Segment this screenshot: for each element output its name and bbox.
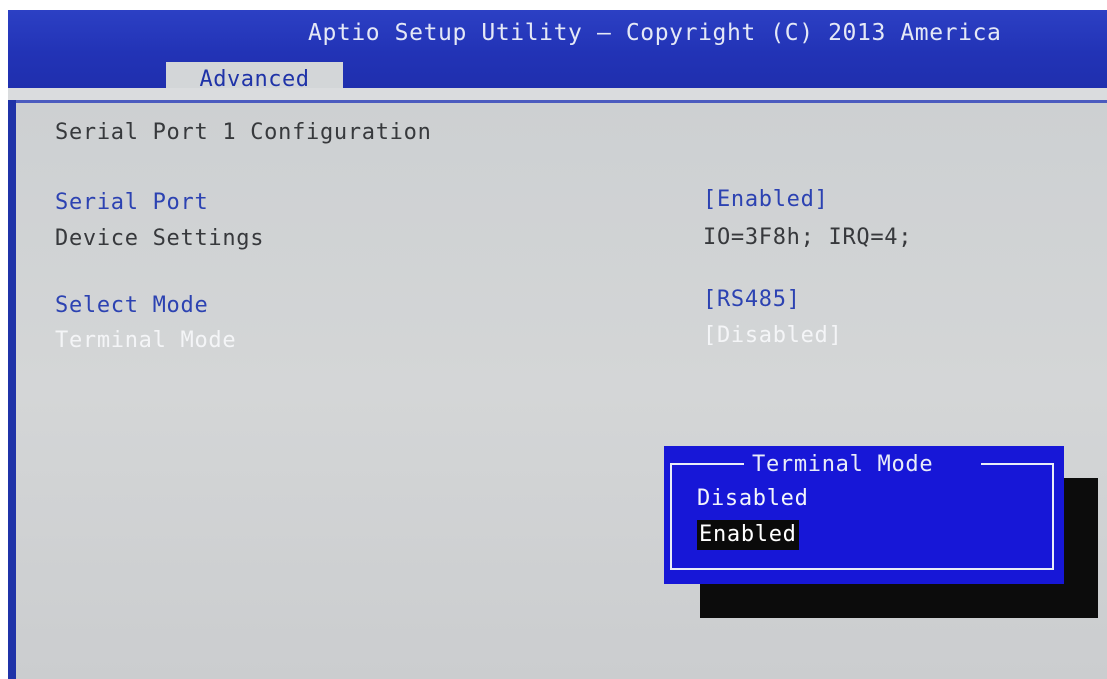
setting-label-serial-port[interactable]: Serial Port [55, 190, 208, 215]
popup-option-enabled[interactable]: Enabled [697, 520, 799, 550]
setting-value-serial-port[interactable]: [Enabled] [703, 187, 829, 212]
app-title: Aptio Setup Utility – Copyright (C) 2013… [308, 20, 1002, 46]
setting-value-device-settings: IO=3F8h; IRQ=4; [703, 225, 913, 250]
popup-frame [670, 463, 1054, 570]
setting-value-terminal-mode[interactable]: [Disabled] [703, 323, 842, 348]
setting-value-select-mode[interactable]: [RS485] [703, 287, 801, 312]
terminal-mode-popup: Terminal Mode Disabled Enabled [664, 446, 1064, 584]
popup-option-disabled[interactable]: Disabled [697, 484, 809, 514]
section-title: Serial Port 1 Configuration [55, 120, 432, 145]
panel-left-border [8, 100, 16, 679]
setting-label-select-mode[interactable]: Select Mode [55, 293, 208, 318]
panel-top-border [16, 100, 1107, 103]
title-bar: Aptio Setup Utility – Copyright (C) 2013… [8, 10, 1107, 98]
setting-label-terminal-mode[interactable]: Terminal Mode [55, 328, 236, 353]
popup-title: Terminal Mode [752, 452, 934, 477]
setting-label-device-settings: Device Settings [55, 226, 265, 251]
popup-frame-top-right [981, 463, 1054, 465]
popup-frame-top-left [670, 463, 744, 465]
bios-screen: Aptio Setup Utility – Copyright (C) 2013… [0, 0, 1107, 679]
